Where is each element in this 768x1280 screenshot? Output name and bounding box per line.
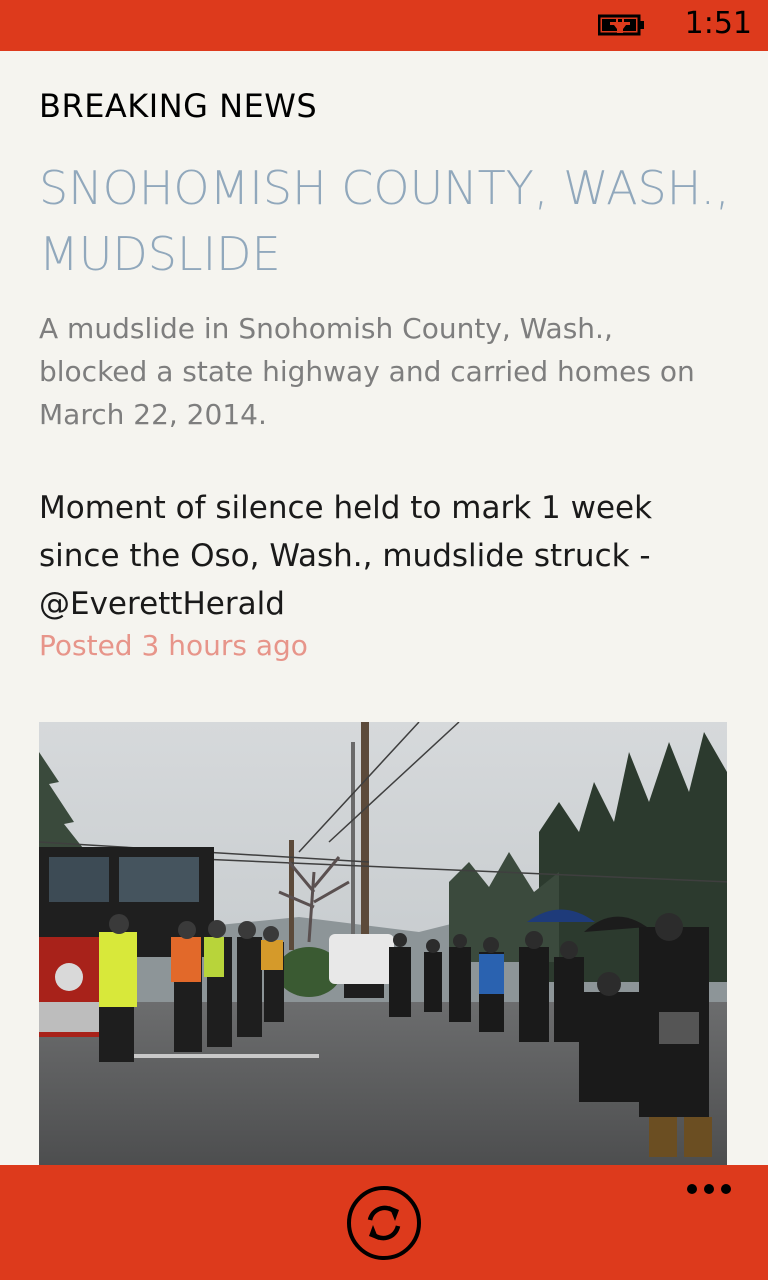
battery-charging-icon (598, 14, 644, 36)
update-text[interactable]: Moment of silence held to mark 1 week si… (39, 484, 719, 628)
status-time: 1:51 (684, 6, 752, 41)
app-bar (0, 1165, 768, 1280)
posted-time: Posted 3 hours ago (39, 629, 308, 662)
section-label: BREAKING NEWS (39, 87, 318, 125)
news-photo[interactable] (39, 722, 727, 1165)
article-headline[interactable]: SNOHOMISH COUNTY, WASH., MUDSLIDE (39, 155, 739, 287)
article-summary: A mudslide in Snohomish County, Wash., b… (39, 312, 695, 431)
news-photo-image (39, 722, 727, 1165)
refresh-icon[interactable] (345, 1184, 423, 1262)
more-ellipsis-icon[interactable] (686, 1179, 732, 1199)
status-bar: 1:51 (0, 0, 768, 51)
